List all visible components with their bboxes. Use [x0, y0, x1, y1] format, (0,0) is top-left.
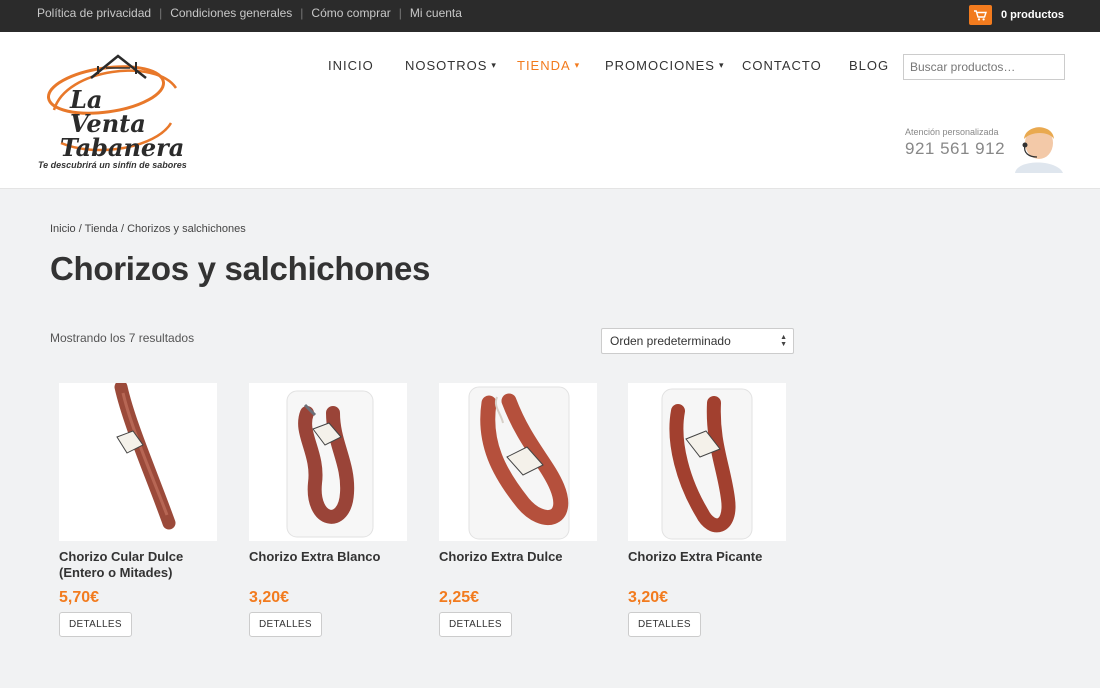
product-card[interactable]: Chorizo Extra Dulce 2,25€ DETALLES	[439, 383, 609, 637]
product-price: 3,20€	[249, 589, 290, 606]
search-input[interactable]	[903, 54, 1065, 80]
terms-link[interactable]: Condiciones generales	[170, 6, 292, 20]
nav-nosotros[interactable]: NOSOTROS ▾	[405, 58, 497, 73]
chevron-down-icon: ▾	[574, 60, 581, 70]
cart-icon[interactable]	[969, 5, 992, 25]
nav-inicio[interactable]: INICIO	[328, 58, 374, 73]
my-account-link[interactable]: Mi cuenta	[410, 6, 462, 20]
result-count: Mostrando los 7 resultados	[50, 331, 195, 345]
product-card[interactable]: Chorizo Extra Blanco 3,20€ DETALLES	[249, 383, 419, 637]
product-price: 5,70€	[59, 589, 100, 606]
nav-label: TIENDA	[517, 58, 571, 73]
details-button[interactable]: DETALLES	[249, 612, 322, 637]
nav-promociones[interactable]: PROMOCIONES ▾	[605, 58, 725, 73]
logo-text: La Venta Tabanera	[60, 85, 185, 162]
product-name[interactable]: Chorizo Extra Picante	[628, 549, 798, 565]
support-agent-avatar	[1015, 127, 1063, 173]
nav-label: INICIO	[328, 58, 374, 73]
select-arrows-icon: ▲ ▼	[780, 334, 787, 348]
logo-line-2: Tabanera	[60, 133, 185, 162]
tagline: Te descubrirá un sinfín de sabores	[38, 160, 187, 170]
nav-contacto[interactable]: CONTACTO	[742, 58, 822, 73]
support-label: Atención personalizada	[905, 127, 999, 137]
product-image[interactable]	[628, 383, 786, 541]
product-name[interactable]: Chorizo Extra Dulce	[439, 549, 609, 565]
details-button[interactable]: DETALLES	[628, 612, 701, 637]
product-price: 3,20€	[628, 589, 669, 606]
chevron-down-icon: ▾	[491, 60, 497, 70]
support-phone: 921 561 912	[905, 139, 1006, 158]
how-to-buy-link[interactable]: Cómo comprar	[311, 6, 390, 20]
nav-label: BLOG	[849, 58, 890, 73]
privacy-link[interactable]: Política de privacidad	[37, 6, 151, 20]
product-name[interactable]: Chorizo Extra Blanco	[249, 549, 419, 565]
product-card[interactable]: Chorizo Extra Picante 3,20€ DETALLES	[628, 383, 798, 637]
nav-tienda[interactable]: TIENDA ▾	[517, 58, 580, 73]
nav-label: NOSOTROS	[405, 58, 488, 73]
chevron-down-icon: ▾	[718, 60, 725, 70]
product-image[interactable]	[439, 383, 597, 541]
product-card[interactable]: Chorizo Cular Dulce (Entero o Mitades) 5…	[59, 383, 229, 637]
site-header: La Venta Tabanera Te descubrirá un sinfí…	[0, 32, 1100, 189]
orderby-value: Orden predeterminado	[610, 334, 731, 348]
separator: |	[300, 6, 304, 20]
separator: |	[159, 6, 163, 20]
cart-widget[interactable]: 0 productos	[969, 5, 1064, 25]
page-title: Chorizos y salchichones	[50, 250, 431, 287]
breadcrumb: Inicio / Tienda / Chorizos y salchichone…	[50, 223, 246, 235]
top-bar: Política de privacidad | Condiciones gen…	[0, 0, 1100, 32]
details-button[interactable]: DETALLES	[59, 612, 132, 637]
cart-count[interactable]: 0 productos	[1001, 9, 1064, 21]
breadcrumb-home[interactable]: Inicio	[50, 223, 76, 235]
separator: |	[398, 6, 402, 20]
top-links: Política de privacidad | Condiciones gen…	[37, 0, 462, 26]
nav-label: CONTACTO	[742, 58, 822, 73]
product-image[interactable]	[249, 383, 407, 541]
support-banner: Atención personalizada 921 561 912	[903, 119, 1067, 173]
product-name[interactable]: Chorizo Cular Dulce (Entero o Mitades)	[59, 549, 229, 581]
orderby-select[interactable]: Orden predeterminado ▲ ▼	[601, 328, 794, 354]
nav-blog[interactable]: BLOG	[849, 58, 889, 73]
details-button[interactable]: DETALLES	[439, 612, 512, 637]
logo-line-1: La Venta	[70, 85, 146, 138]
nav-label: PROMOCIONES	[605, 58, 715, 73]
product-price: 2,25€	[439, 589, 480, 606]
product-image[interactable]	[59, 383, 217, 541]
breadcrumb-shop[interactable]: Tienda	[85, 223, 118, 235]
breadcrumb-current: Chorizos y salchichones	[127, 223, 246, 235]
